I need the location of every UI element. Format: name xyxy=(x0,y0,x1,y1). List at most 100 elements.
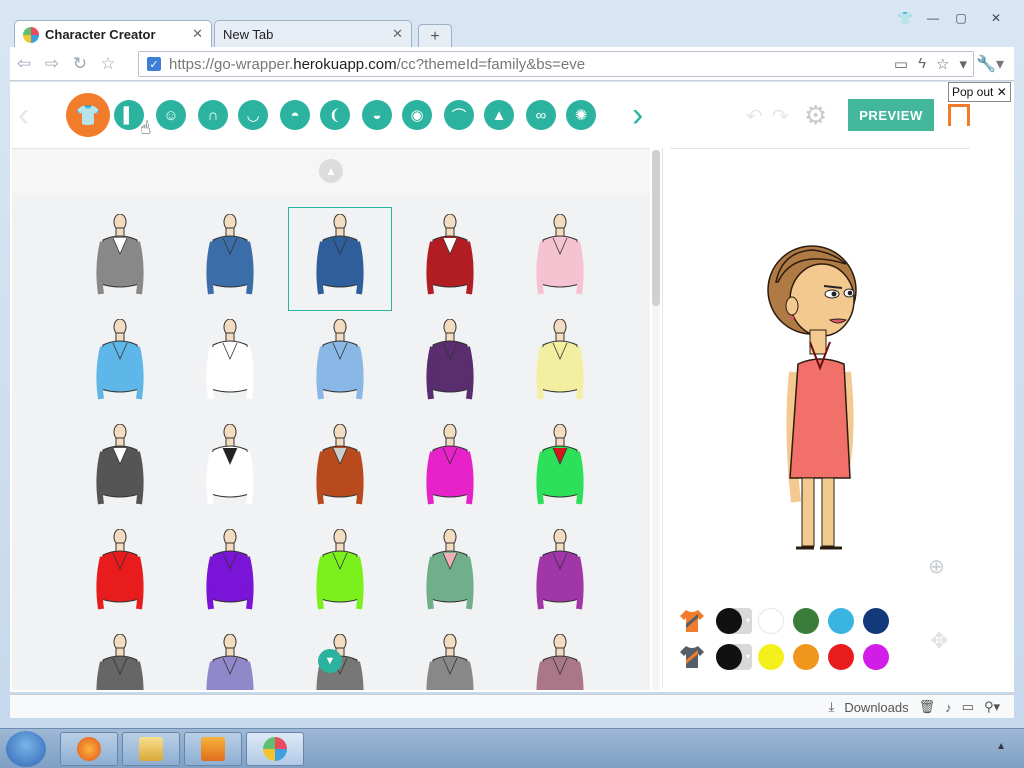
taskbar-browser[interactable] xyxy=(246,732,304,766)
zoom-status-icon[interactable]: ⚲▾ xyxy=(984,699,1000,715)
top-item[interactable] xyxy=(398,207,502,311)
top-item[interactable] xyxy=(508,417,612,521)
top-item[interactable] xyxy=(398,522,502,626)
top-item[interactable] xyxy=(508,627,612,690)
reload-icon[interactable]: ↻ xyxy=(66,54,94,74)
color-swatch[interactable] xyxy=(828,644,854,670)
tab-character-creator[interactable]: Character Creator ✕ xyxy=(14,20,212,48)
category-mouth-button[interactable]: ◓ xyxy=(280,100,310,130)
forward-icon[interactable]: ⇨ xyxy=(38,54,66,74)
category-glasses-button[interactable]: ∞ xyxy=(526,100,556,130)
top-item[interactable] xyxy=(68,417,172,521)
color-swatch[interactable] xyxy=(863,608,889,634)
close-tab-icon[interactable]: ✕ xyxy=(192,26,203,42)
category-accessories-button[interactable]: ✺ xyxy=(566,100,596,130)
top-item[interactable] xyxy=(288,207,392,311)
pop-out-tooltip[interactable]: Pop out ✕ xyxy=(948,82,1011,102)
maximize-button[interactable]: ▢ xyxy=(948,8,974,28)
tab-strip: Character Creator ✕ New Tab ✕ + xyxy=(14,18,452,48)
primary-color-select[interactable]: ▾ xyxy=(716,608,752,634)
zoom-icon[interactable]: ⊕ xyxy=(928,554,945,579)
top-item[interactable] xyxy=(398,312,502,416)
downloads-label[interactable]: Downloads xyxy=(844,700,908,715)
flash-icon[interactable]: ϟ xyxy=(918,55,926,73)
pop-out-icon[interactable] xyxy=(948,104,970,126)
top-item[interactable] xyxy=(508,312,612,416)
close-tab-icon[interactable]: ✕ xyxy=(392,26,403,42)
home-star-icon[interactable]: ☆ xyxy=(94,54,122,74)
tray-expand-icon[interactable]: ▲ xyxy=(996,741,1006,752)
category-tops-button[interactable]: 👕 xyxy=(66,93,110,137)
top-item[interactable] xyxy=(68,312,172,416)
screen-icon[interactable]: ▭ xyxy=(962,699,974,715)
profile-icon[interactable]: 👕 xyxy=(892,8,918,28)
taskbar-firefox[interactable] xyxy=(60,732,118,766)
panel-scrollbar[interactable] xyxy=(652,150,660,690)
top-item[interactable] xyxy=(398,627,502,690)
category-beard-button[interactable]: ◡ xyxy=(238,100,268,130)
tab-new-tab[interactable]: New Tab ✕ xyxy=(214,20,412,48)
taskbar-explorer[interactable] xyxy=(122,732,180,766)
color-swatch[interactable] xyxy=(793,608,819,634)
undo-icon[interactable]: ↶ xyxy=(746,104,763,129)
category-ear-button[interactable]: ❨ xyxy=(320,100,350,130)
category-eyes-button[interactable]: ◉ xyxy=(402,100,432,130)
color-swatch[interactable] xyxy=(863,644,889,670)
scroll-down-button[interactable]: ▼ xyxy=(318,649,342,673)
color-swatch[interactable] xyxy=(758,608,784,634)
category-face-button[interactable]: ☺ xyxy=(156,100,186,130)
top-item[interactable] xyxy=(398,417,502,521)
top-item[interactable] xyxy=(178,522,282,626)
color-swatch[interactable] xyxy=(758,644,784,670)
top-item[interactable] xyxy=(68,627,172,690)
top-item[interactable] xyxy=(508,207,612,311)
start-button[interactable] xyxy=(6,731,46,767)
prev-category-arrow-icon[interactable]: ‹ xyxy=(18,96,29,135)
secondary-color-select[interactable]: ▾ xyxy=(716,644,752,670)
back-icon[interactable]: ⇦ xyxy=(10,54,38,74)
top-thumbnail xyxy=(206,319,254,400)
category-nose-button[interactable]: ▲ xyxy=(484,100,514,130)
move-icon[interactable]: ✥ xyxy=(930,628,948,654)
category-hair-button[interactable]: ∩ xyxy=(198,100,228,130)
top-item[interactable] xyxy=(508,522,612,626)
new-tab-button[interactable]: + xyxy=(418,24,452,48)
status-bar: ⤓ Downloads 🗑 ♪ ▭ ⚲▾ xyxy=(10,694,1014,718)
settings-wrench-icon[interactable]: 🔧▾ xyxy=(976,54,1004,74)
top-item[interactable] xyxy=(178,312,282,416)
trash-icon[interactable]: 🗑 xyxy=(919,699,936,715)
close-window-button[interactable]: ✕ xyxy=(976,8,1016,28)
top-item[interactable] xyxy=(288,522,392,626)
next-category-arrow-icon[interactable]: › xyxy=(632,96,643,135)
blocked-popup-icon[interactable]: ▭ xyxy=(894,55,908,73)
category-nose-line-button[interactable]: ◒ xyxy=(362,100,392,130)
color-swatch[interactable] xyxy=(828,608,854,634)
gear-icon[interactable]: ⚙ xyxy=(804,100,827,131)
scrollbar-thumb[interactable] xyxy=(652,150,660,306)
preview-button[interactable]: PREVIEW xyxy=(848,99,934,131)
top-item[interactable] xyxy=(288,417,392,521)
category-eyebrows-button[interactable]: ⌒ xyxy=(444,100,474,130)
top-thumbnail xyxy=(206,634,254,690)
sound-icon[interactable]: ♪ xyxy=(945,700,952,715)
bookmark-star-icon[interactable]: ☆ xyxy=(936,55,949,73)
redo-icon[interactable]: ↷ xyxy=(772,104,789,129)
downloads-icon[interactable]: ⤓ xyxy=(829,699,835,715)
dropdown-icon[interactable]: ▾ xyxy=(959,55,967,73)
minimize-button[interactable]: — xyxy=(920,8,946,28)
color-swatch[interactable] xyxy=(793,644,819,670)
nose-icon: ▲ xyxy=(491,106,507,124)
top-item[interactable] xyxy=(178,207,282,311)
top-thumbnail xyxy=(536,529,584,610)
scroll-up-button[interactable]: ▲ xyxy=(319,159,343,183)
top-item[interactable] xyxy=(68,522,172,626)
top-item[interactable] xyxy=(178,417,282,521)
top-item[interactable] xyxy=(68,207,172,311)
taskbar-media[interactable] xyxy=(184,732,242,766)
top-thumbnail xyxy=(426,214,474,295)
secondary-color-row: ▾ xyxy=(678,644,898,670)
address-bar[interactable]: ✓ https://go-wrapper.herokuapp.com/cc?th… xyxy=(138,51,974,77)
top-item[interactable] xyxy=(178,627,282,690)
top-item[interactable] xyxy=(288,312,392,416)
hair-icon: ∩ xyxy=(207,106,219,124)
